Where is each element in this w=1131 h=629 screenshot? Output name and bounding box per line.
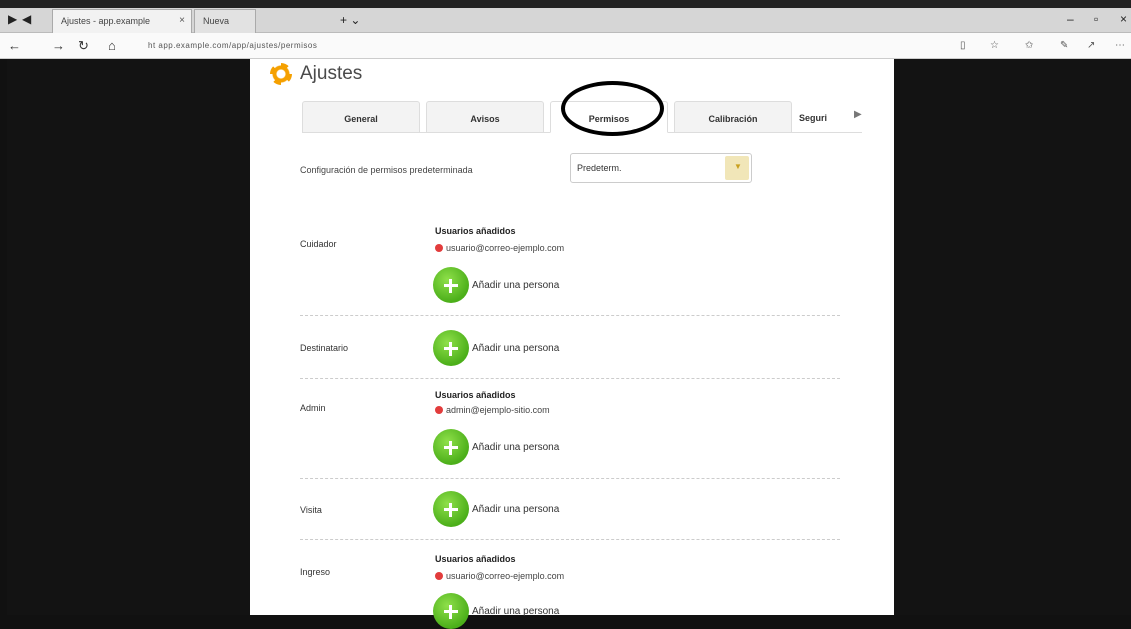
section-divider (300, 478, 840, 479)
chevron-down-icon: ▼ (734, 162, 742, 171)
section-label: Cuidador (300, 239, 337, 249)
section-label: Destinatario (300, 343, 349, 353)
add-label: Añadir una persona (472, 503, 560, 515)
favorites-icon[interactable]: ✩ (1025, 40, 1033, 51)
permission-section-admin: Admin Usuarios añadidos admin@ejemplo-si… (300, 383, 840, 478)
plus-icon (433, 593, 469, 629)
minimize-icon[interactable]: – (1067, 12, 1074, 26)
settings-panel: Ajustes General Avisos Permisos Calibrac… (250, 59, 894, 629)
plus-icon (433, 429, 469, 465)
permission-section-destinatario: Destinatario Añadir una persona (300, 327, 840, 377)
email-text: usuario@correo-ejemplo.com (446, 243, 565, 253)
browser-tab[interactable]: Nueva (194, 9, 256, 33)
tab-title: Ajustes - app.example (61, 16, 151, 26)
permission-section-visita: Visita Añadir una persona (300, 489, 840, 539)
email-text: usuario@correo-ejemplo.com (446, 571, 565, 581)
section-subtitle: Usuarios añadidos (435, 390, 516, 400)
back-icon[interactable]: ← (8, 38, 21, 53)
tab-calibracion[interactable]: Calibración (674, 101, 792, 133)
page-title: Ajustes (300, 63, 363, 84)
add-label: Añadir una persona (472, 342, 560, 354)
favorite-icon[interactable]: ☆ (990, 40, 999, 51)
reading-view-icon[interactable]: ▯ (960, 40, 966, 51)
address-bar: ← → ↻ ⌂ ht app.example.com/app/ajustes/p… (0, 33, 1131, 59)
share-icon[interactable]: ↗ (1087, 40, 1095, 51)
add-label: Añadir una persona (472, 441, 560, 453)
user-email: admin@ejemplo-sitio.com (435, 405, 550, 415)
section-divider (300, 539, 840, 540)
new-tab-icon[interactable]: + ⌄ (340, 13, 360, 27)
section-divider (300, 315, 840, 316)
tab-scroll-right-icon[interactable]: ▶ (854, 109, 862, 120)
remove-user-icon[interactable] (435, 572, 443, 580)
select-value: Predeterm. (577, 163, 622, 173)
section-label: Admin (300, 403, 326, 413)
more-icon[interactable]: ⋯ (1115, 40, 1125, 51)
plus-icon (433, 267, 469, 303)
dropdown-button[interactable]: ▼ (725, 156, 749, 180)
add-person-button[interactable]: Añadir una persona (433, 491, 559, 527)
permission-section-cuidador: Cuidador Usuarios añadidos usuario@corre… (300, 219, 840, 314)
close-window-icon[interactable]: × (1120, 12, 1127, 26)
home-icon[interactable]: ⌂ (108, 38, 116, 53)
default-permissions-label: Configuración de permisos predeterminada (300, 165, 473, 175)
forward-icon[interactable]: → (52, 38, 65, 53)
section-subtitle: Usuarios añadidos (435, 226, 516, 236)
plus-icon (433, 330, 469, 366)
tab-seguridad[interactable]: Seguri (799, 113, 827, 123)
plus-icon (433, 491, 469, 527)
tab-title: Nueva (203, 16, 230, 26)
tab-avisos[interactable]: Avisos (426, 101, 544, 133)
maximize-icon[interactable]: ▫ (1094, 12, 1098, 26)
user-email: usuario@correo-ejemplo.com (435, 571, 564, 581)
add-person-button[interactable]: Añadir una persona (433, 429, 559, 465)
section-subtitle: Usuarios añadidos (435, 554, 516, 564)
notes-icon[interactable]: ✎ (1060, 40, 1068, 51)
email-text: admin@ejemplo-sitio.com (446, 405, 550, 415)
permission-section-ingreso: Ingreso Usuarios añadidos usuario@correo… (300, 545, 840, 629)
page-header: Ajustes (270, 63, 362, 85)
user-email: usuario@correo-ejemplo.com (435, 243, 564, 253)
section-label: Visita (300, 505, 322, 515)
tab-list-icon[interactable]: ◀ (22, 12, 31, 26)
browser-titlebar: ▶ ◀ Ajustes - app.example × Nueva + ⌄ – … (0, 0, 1131, 33)
url-field[interactable]: ht app.example.com/app/ajustes/permisos (148, 41, 317, 50)
close-tab-icon[interactable]: × (179, 15, 185, 26)
remove-user-icon[interactable] (435, 244, 443, 252)
browser-menu-icon[interactable]: ▶ (8, 12, 17, 26)
add-label: Añadir una persona (472, 279, 560, 291)
remove-user-icon[interactable] (435, 406, 443, 414)
default-permissions-select[interactable]: Predeterm. ▼ (570, 153, 752, 183)
refresh-icon[interactable]: ↻ (78, 38, 89, 54)
top-strip (0, 0, 1131, 8)
section-label: Ingreso (300, 567, 331, 577)
annotation-circle (561, 81, 664, 136)
gear-icon (270, 63, 292, 85)
add-person-button[interactable]: Añadir una persona (433, 330, 559, 366)
tab-general[interactable]: General (302, 101, 420, 133)
browser-tab-active[interactable]: Ajustes - app.example × (52, 9, 192, 33)
add-person-button[interactable]: Añadir una persona (433, 593, 559, 629)
add-person-button[interactable]: Añadir una persona (433, 267, 559, 303)
page-viewport: Ajustes General Avisos Permisos Calibrac… (7, 59, 1131, 629)
section-divider (300, 378, 840, 379)
